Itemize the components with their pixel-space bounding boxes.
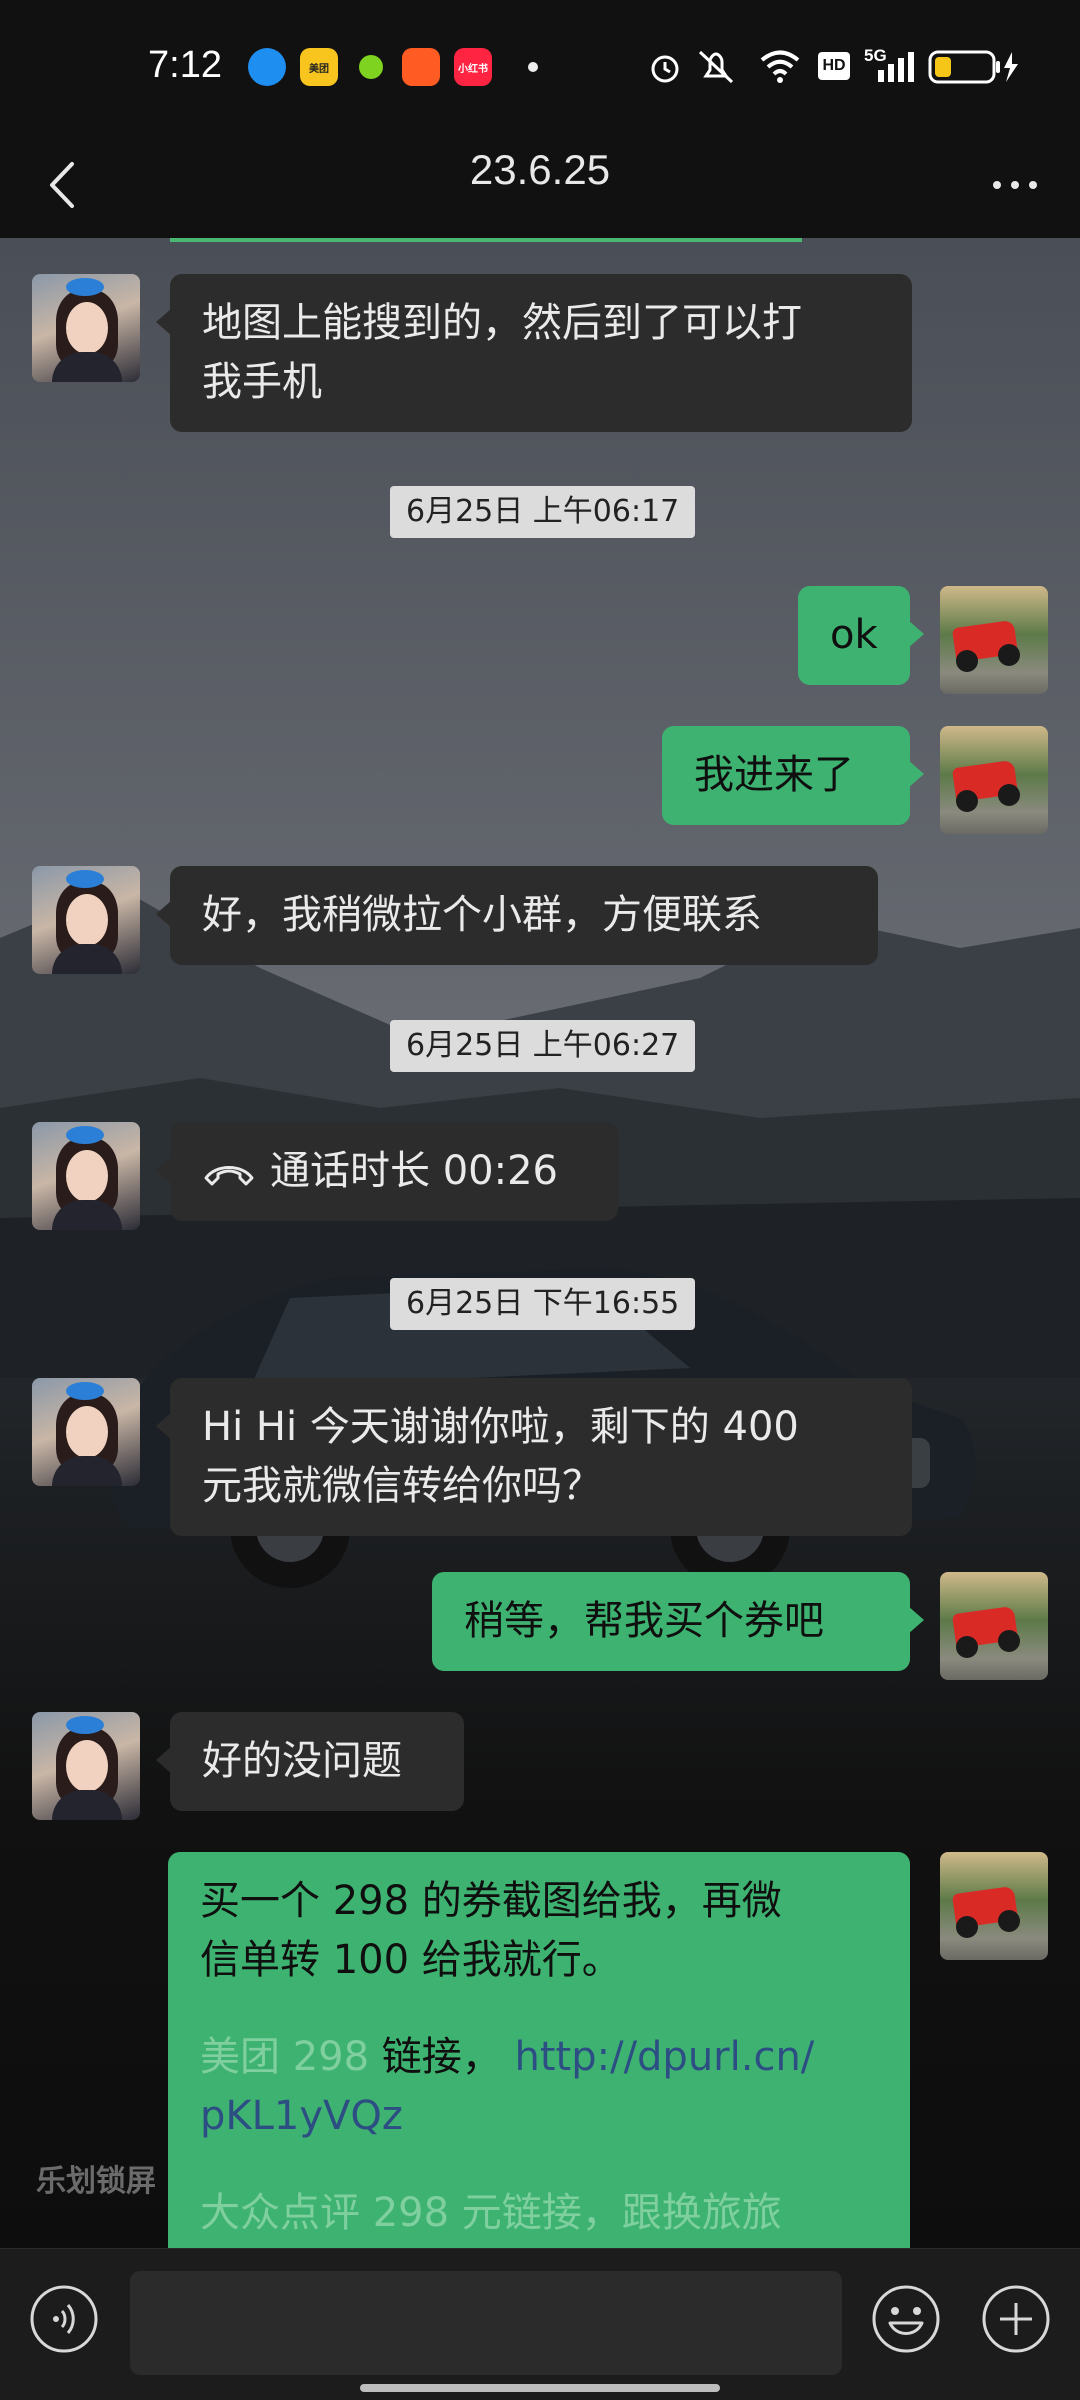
voice-input-icon[interactable] — [28, 2283, 100, 2355]
contact-avatar[interactable] — [32, 866, 140, 974]
message-timestamp: 6月25日 上午06:27 — [390, 1020, 696, 1072]
message-bubble-outgoing[interactable]: 我进来了 — [662, 726, 924, 825]
contact-avatar[interactable] — [32, 1378, 140, 1486]
message-bubble-incoming[interactable]: 地图上能搜到的，然后到了可以打 我手机 — [156, 274, 912, 432]
notification-dot — [528, 62, 538, 72]
meituan-icon: 美团 — [300, 48, 338, 86]
message-bubble-incoming[interactable]: 好的没问题 — [156, 1712, 464, 1811]
chat-title: 23.6.25 — [469, 146, 611, 193]
message-bubble-outgoing[interactable]: 稍等，帮我买个券吧 — [432, 1572, 924, 1671]
chat-header: 23.6.25 — [0, 130, 1080, 238]
emoji-icon[interactable] — [870, 2283, 942, 2355]
my-avatar[interactable] — [940, 1852, 1048, 1960]
more-options-icon[interactable] — [980, 150, 1050, 220]
message-text-line-cut: 大众点评 298 元链接，跟换旅旅 — [200, 2190, 782, 2236]
message-text: 稍等，帮我买个券吧 — [464, 1598, 824, 1644]
status-bar: 7:12 美团 小红书 HD 5G — [0, 0, 1080, 130]
message-text: 我进来了 — [694, 752, 854, 798]
message-text-faint: 美团 298 — [200, 2034, 370, 2080]
green-app-icon — [352, 48, 390, 86]
contact-avatar[interactable] — [32, 1122, 140, 1230]
message-text-line: 买一个 298 的券截图给我，再微 — [200, 1878, 782, 1924]
message-text-line: 信单转 100 给我就行。 — [200, 1937, 622, 1983]
previous-message-edge — [170, 238, 802, 242]
message-bubble-outgoing[interactable]: 买一个 298 的券截图给我，再微 信单转 100 给我就行。 美团 298 链… — [168, 1852, 910, 2248]
phone-hangup-icon — [204, 1166, 254, 1186]
contact-avatar[interactable] — [32, 274, 140, 382]
message-text: ok — [830, 612, 878, 658]
message-bubble-incoming[interactable]: Hi Hi 今天谢谢你啦，剩下的 400 元我就微信转给你吗？ — [156, 1378, 912, 1536]
chat-message-list[interactable]: 地图上能搜到的，然后到了可以打 我手机 6月25日 上午06:17 ok 我进来… — [0, 238, 1080, 2248]
message-text: 地图上能搜到的，然后到了可以打 我手机 — [202, 300, 802, 405]
call-duration-text: 通话时长 00:26 — [270, 1148, 558, 1194]
lockscreen-watermark: 乐划锁屏 — [36, 2164, 156, 2199]
message-bubble-incoming[interactable]: 好，我稍微拉个小群，方便联系 — [156, 866, 878, 965]
message-text: 好的没问题 — [202, 1738, 402, 1784]
my-avatar[interactable] — [940, 586, 1048, 694]
call-record-bubble[interactable]: 通话时长 00:26 — [156, 1122, 618, 1221]
message-input-bar — [0, 2248, 1080, 2400]
my-avatar[interactable] — [940, 726, 1048, 834]
message-bubble-outgoing[interactable]: ok — [798, 586, 924, 685]
message-link[interactable]: http://dpurl.cn/ — [515, 2034, 815, 2080]
message-link-continued[interactable]: pKL1yVQz — [200, 2087, 878, 2146]
qq-browser-icon — [248, 48, 286, 86]
home-indicator[interactable] — [360, 2384, 720, 2392]
message-timestamp: 6月25日 上午06:17 — [390, 486, 696, 538]
message-text: 好，我稍微拉个小群，方便联系 — [202, 892, 762, 938]
my-avatar[interactable] — [940, 1572, 1048, 1680]
signal-icon — [878, 52, 914, 82]
mute-icon — [698, 50, 734, 84]
status-time: 7:12 — [148, 44, 222, 86]
add-attachment-icon[interactable] — [980, 2283, 1052, 2355]
hd-badge: HD — [818, 52, 850, 80]
battery-icon — [928, 50, 1018, 84]
message-text-link-label: 链接， — [381, 2034, 502, 2080]
message-text: Hi Hi 今天谢谢你啦，剩下的 400 元我就微信转给你吗？ — [202, 1404, 799, 1509]
contact-avatar[interactable] — [32, 1712, 140, 1820]
wifi-icon — [760, 50, 800, 83]
kuaishou-icon — [402, 48, 440, 86]
message-timestamp: 6月25日 下午16:55 — [390, 1278, 696, 1330]
message-text-input[interactable] — [130, 2271, 842, 2375]
alarm-icon — [651, 55, 679, 83]
xiaohongshu-icon: 小红书 — [454, 48, 492, 86]
